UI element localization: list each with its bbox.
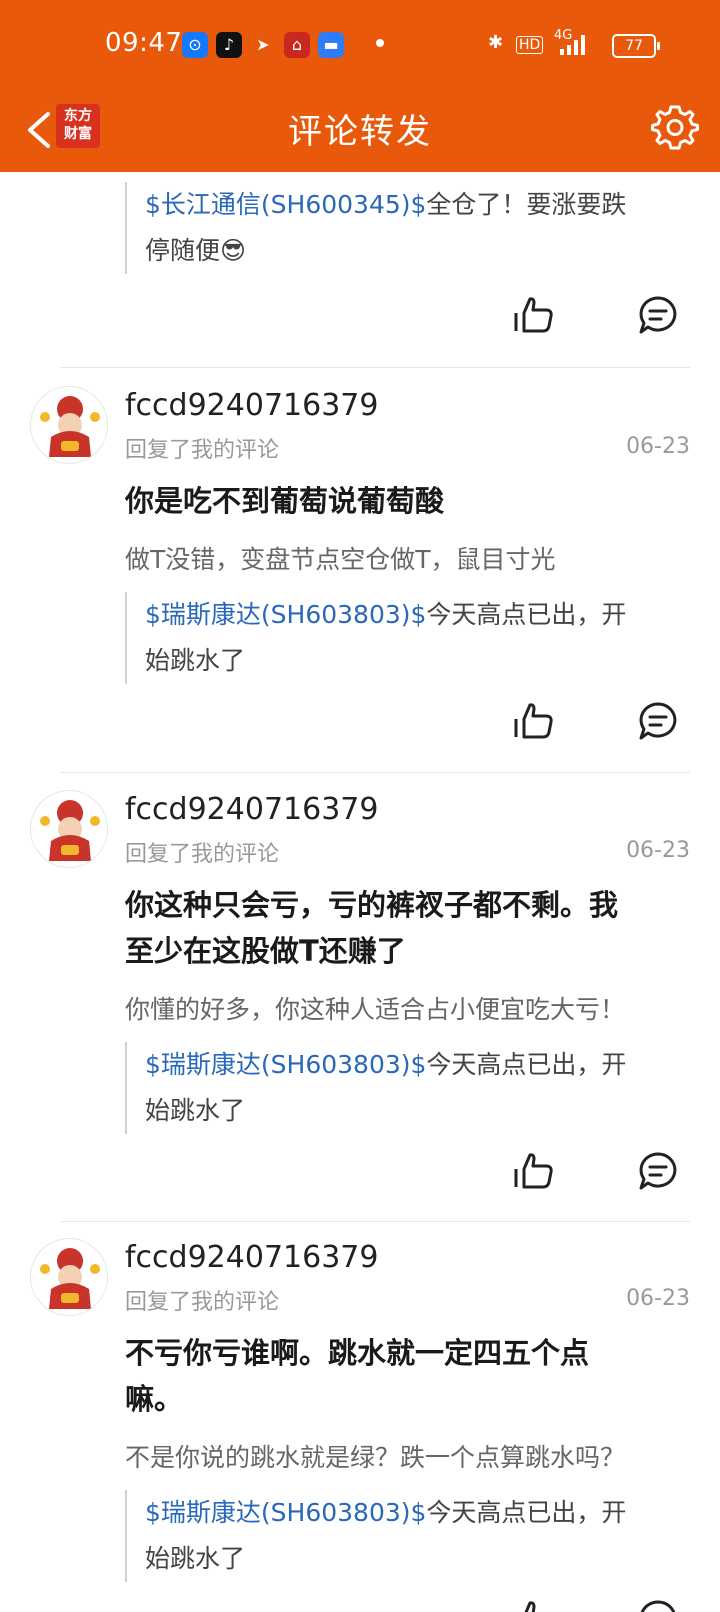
thumbs-up-icon[interactable] [512, 699, 556, 743]
quote-line: $瑞斯康达(SH603803)$今天高点已出，开 [145, 592, 680, 638]
divider [60, 367, 690, 368]
reply-action-label: 回复了我的评论 [125, 438, 280, 463]
comment-text-line: 不亏你亏谁啊。跳水就一定四五个点 [125, 1336, 590, 1370]
stock-link[interactable]: $瑞斯康达(SH603803)$ [145, 600, 426, 629]
quote-text: 停随便 [145, 236, 221, 265]
comment-date: 06-23 [626, 434, 690, 459]
thumbs-up-icon[interactable] [512, 1597, 556, 1612]
signal-icon [560, 35, 585, 55]
avatar-image [40, 800, 100, 861]
action-row [0, 293, 720, 343]
notification-dot-icon [376, 39, 384, 47]
nav-bar: 东方 财富 评论转发 [0, 90, 720, 172]
settings-gear-icon[interactable] [650, 102, 700, 152]
quote-text: 今天高点已出，开 [426, 1498, 627, 1527]
comment-bubble-icon[interactable] [636, 1597, 680, 1612]
avatar-image [40, 1248, 100, 1309]
tiktok-icon: ♪ [216, 32, 242, 58]
action-row [0, 1597, 720, 1612]
original-comment: 不是你说的跳水就是绿？跌一个点算跳水吗？ [125, 1443, 626, 1472]
quoted-post[interactable]: $长江通信(SH600345)$全仓了！要涨要跌 停随便😎 [125, 182, 680, 274]
comment-text-line: 嘛。 [125, 1382, 184, 1416]
alipay-icon: ⊙ [182, 32, 208, 58]
comment-bubble-icon[interactable] [636, 1149, 680, 1193]
hd-badge: HD [516, 36, 544, 54]
username[interactable]: fccd9240716379 [125, 792, 378, 827]
page-title: 评论转发 [288, 112, 432, 152]
avatar[interactable] [30, 1238, 108, 1316]
wallet-icon: ▬ [318, 32, 344, 58]
quote-text: 始跳水了 [145, 1544, 246, 1573]
telegram-icon: ➤ [256, 35, 270, 54]
comment-bubble-icon[interactable] [636, 699, 680, 743]
comment-text-line: 你这种只会亏，亏的裤衩子都不剩。我 [125, 888, 619, 922]
app-icon: ⌂ [284, 32, 310, 58]
quote-line: $瑞斯康达(SH603803)$今天高点已出，开 [145, 1042, 680, 1088]
action-row [0, 1149, 720, 1199]
divider [60, 772, 690, 773]
quote-line: 停随便😎 [145, 228, 680, 274]
quote-text: 全仓了！要涨要跌 [426, 190, 627, 219]
avatar[interactable] [30, 790, 108, 868]
thumbs-up-icon[interactable] [512, 1149, 556, 1193]
quote-line: $瑞斯康达(SH603803)$今天高点已出，开 [145, 1490, 680, 1536]
action-row [0, 699, 720, 749]
quoted-post[interactable]: $瑞斯康达(SH603803)$今天高点已出，开 始跳水了 [125, 1042, 680, 1134]
comment-text: 你这种只会亏，亏的裤衩子都不剩。我 至少在这股做T还赚了 [125, 882, 680, 974]
original-comment: 你懂的好多，你这种人适合占小便宜吃大亏！ [125, 995, 626, 1024]
comment-date: 06-23 [626, 838, 690, 863]
stock-link[interactable]: $瑞斯康达(SH603803)$ [145, 1050, 426, 1079]
comment-text: 不亏你亏谁啊。跳水就一定四五个点 嘛。 [125, 1330, 680, 1422]
stock-link[interactable]: $瑞斯康达(SH603803)$ [145, 1498, 426, 1527]
comment-text: 你是吃不到葡萄说葡萄酸 [125, 484, 445, 518]
original-comment: 做T没错，变盘节点空仓做T，鼠目寸光 [125, 545, 556, 574]
quote-text: 今天高点已出，开 [426, 600, 627, 629]
thumbs-up-icon[interactable] [512, 293, 556, 337]
comment-date: 06-23 [626, 1286, 690, 1311]
quoted-post[interactable]: $瑞斯康达(SH603803)$今天高点已出，开 始跳水了 [125, 592, 680, 684]
avatar[interactable] [30, 386, 108, 464]
username[interactable]: fccd9240716379 [125, 1240, 378, 1275]
status-bar: 09:47 ⊙ ♪ ➤ ⌂ ▬ ✱ HD 4G 77 [0, 0, 720, 90]
divider [60, 1221, 690, 1222]
battery-indicator: 77 [612, 34, 660, 58]
comment-bubble-icon[interactable] [636, 293, 680, 337]
status-time: 09:47 [105, 28, 183, 58]
username[interactable]: fccd9240716379 [125, 388, 378, 423]
quote-text: 今天高点已出，开 [426, 1050, 627, 1079]
quote-text: 始跳水了 [145, 1096, 246, 1125]
reply-action-label: 回复了我的评论 [125, 842, 280, 867]
comment-text-line: 至少在这股做T还赚了 [125, 934, 406, 968]
reply-action-label: 回复了我的评论 [125, 1290, 280, 1315]
sunglasses-emoji-icon: 😎 [220, 236, 247, 265]
bluetooth-icon: ✱ [488, 32, 504, 53]
stock-link[interactable]: $长江通信(SH600345)$ [145, 190, 426, 219]
quote-text: 始跳水了 [145, 646, 246, 675]
quoted-post[interactable]: $瑞斯康达(SH603803)$今天高点已出，开 始跳水了 [125, 1490, 680, 1582]
top-bar: 09:47 ⊙ ♪ ➤ ⌂ ▬ ✱ HD 4G 77 东方 财富 评论转发 [0, 0, 720, 172]
avatar-image [40, 396, 100, 457]
quote-line: $长江通信(SH600345)$全仓了！要涨要跌 [145, 182, 680, 228]
